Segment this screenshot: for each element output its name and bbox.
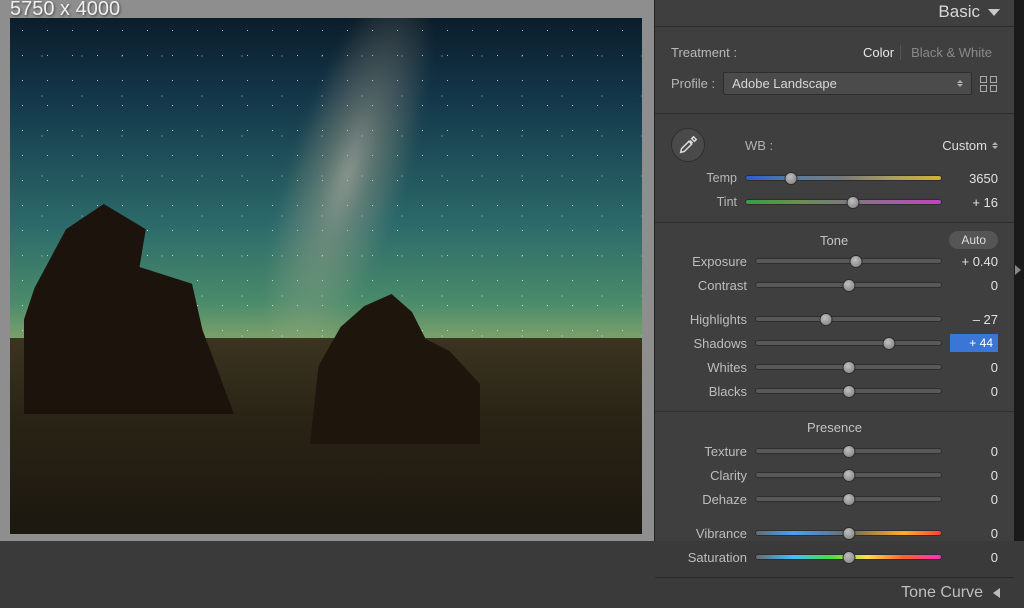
tint-slider[interactable] <box>745 199 942 205</box>
basic-panel-header[interactable]: Basic <box>655 0 1014 26</box>
slider-thumb[interactable] <box>883 337 896 350</box>
slider-thumb[interactable] <box>842 361 855 374</box>
saturation-value[interactable]: 0 <box>950 550 998 565</box>
tint-label: Tint <box>671 195 737 209</box>
wb-label: WB : <box>715 138 773 153</box>
temp-value[interactable]: 3650 <box>950 171 998 186</box>
tone-curve-panel-header[interactable]: Tone Curve <box>655 577 1014 608</box>
vibrance-label: Vibrance <box>671 526 747 541</box>
slider-thumb[interactable] <box>842 445 855 458</box>
temp-slider[interactable] <box>745 175 942 181</box>
shadows-slider[interactable] <box>755 340 942 346</box>
contrast-slider[interactable] <box>755 282 942 288</box>
eyedropper-icon <box>677 134 699 156</box>
chevron-down-icon <box>988 9 1000 16</box>
blacks-value[interactable]: 0 <box>950 384 998 399</box>
clarity-label: Clarity <box>671 468 747 483</box>
shadows-value-input[interactable]: + 44 <box>950 334 998 352</box>
chevron-left-icon <box>993 588 1000 598</box>
exposure-label: Exposure <box>671 254 747 269</box>
presence-header: Presence <box>671 420 998 435</box>
updown-icon <box>957 80 963 87</box>
chevron-right-icon <box>1015 265 1021 275</box>
photo-preview[interactable] <box>10 18 642 534</box>
exposure-slider[interactable] <box>755 258 942 264</box>
saturation-label: Saturation <box>671 550 747 565</box>
blacks-slider[interactable] <box>755 388 942 394</box>
basic-panel: Basic Treatment : Color Black & White Pr… <box>654 0 1014 541</box>
slider-thumb[interactable] <box>842 385 855 398</box>
vibrance-value[interactable]: 0 <box>950 526 998 541</box>
highlights-slider[interactable] <box>755 316 942 322</box>
preview-pane: 5750 x 4000 <box>0 0 654 541</box>
highlights-value[interactable]: – 27 <box>950 312 998 327</box>
tint-value[interactable]: + 16 <box>950 195 998 210</box>
whites-label: Whites <box>671 360 747 375</box>
tone-header: Tone <box>719 233 949 248</box>
dehaze-label: Dehaze <box>671 492 747 507</box>
slider-thumb[interactable] <box>784 172 797 185</box>
slider-thumb[interactable] <box>820 313 833 326</box>
highlights-label: Highlights <box>671 312 747 327</box>
slider-thumb[interactable] <box>842 469 855 482</box>
treatment-label: Treatment : <box>671 45 737 60</box>
exposure-value[interactable]: + 0.40 <box>950 254 998 269</box>
shadows-label: Shadows <box>671 336 747 351</box>
vibrance-slider[interactable] <box>755 530 942 536</box>
tone-curve-title: Tone Curve <box>901 584 983 602</box>
slider-thumb[interactable] <box>842 493 855 506</box>
whites-slider[interactable] <box>755 364 942 370</box>
texture-slider[interactable] <box>755 448 942 454</box>
temp-label: Temp <box>671 171 737 185</box>
treatment-bw-option[interactable]: Black & White <box>905 45 998 60</box>
contrast-value[interactable]: 0 <box>950 278 998 293</box>
profile-browser-icon[interactable] <box>980 76 998 92</box>
auto-tone-button[interactable]: Auto <box>949 231 998 249</box>
basic-panel-title: Basic <box>938 2 980 22</box>
slider-thumb[interactable] <box>842 279 855 292</box>
clarity-slider[interactable] <box>755 472 942 478</box>
wb-value: Custom <box>942 138 987 153</box>
slider-thumb[interactable] <box>849 255 862 268</box>
blacks-label: Blacks <box>671 384 747 399</box>
dehaze-value[interactable]: 0 <box>950 492 998 507</box>
saturation-slider[interactable] <box>755 554 942 560</box>
profile-label: Profile : <box>671 76 715 91</box>
wb-eyedropper-button[interactable] <box>671 128 705 162</box>
slider-thumb[interactable] <box>842 551 855 564</box>
profile-value: Adobe Landscape <box>732 76 837 91</box>
whites-value[interactable]: 0 <box>950 360 998 375</box>
contrast-label: Contrast <box>671 278 747 293</box>
slider-thumb[interactable] <box>842 527 855 540</box>
dehaze-slider[interactable] <box>755 496 942 502</box>
wb-preset-dropdown[interactable]: Custom <box>942 138 998 153</box>
clarity-value[interactable]: 0 <box>950 468 998 483</box>
updown-icon <box>992 142 998 149</box>
profile-dropdown[interactable]: Adobe Landscape <box>723 72 972 95</box>
texture-value[interactable]: 0 <box>950 444 998 459</box>
right-panel-collapse-strip[interactable] <box>1014 0 1024 541</box>
texture-label: Texture <box>671 444 747 459</box>
treatment-color-option[interactable]: Color <box>857 45 901 60</box>
slider-thumb[interactable] <box>847 196 860 209</box>
